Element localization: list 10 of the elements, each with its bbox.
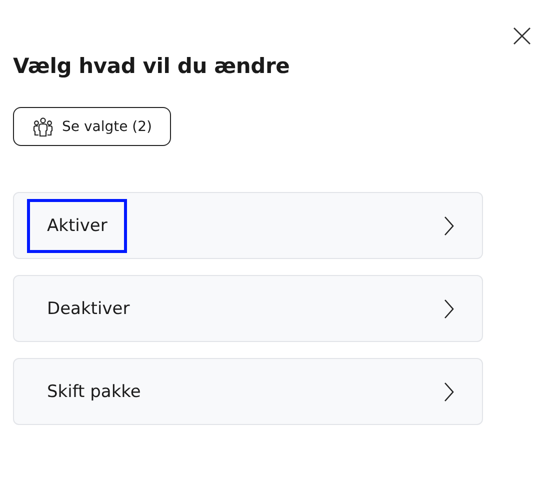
option-item[interactable]: Deaktiver	[13, 275, 483, 342]
chevron-right-icon	[444, 382, 454, 402]
dialog-title: Vælg hvad vil du ændre	[13, 53, 291, 80]
chevron-right-icon	[444, 298, 454, 318]
option-item[interactable]: Aktiver	[13, 192, 483, 259]
close-icon[interactable]	[513, 27, 531, 45]
chevron-right-icon	[444, 216, 454, 236]
people-icon	[32, 116, 54, 136]
option-item[interactable]: Skift pakke	[13, 358, 483, 425]
show-selected-button[interactable]: Se valgte (2)	[13, 107, 171, 146]
